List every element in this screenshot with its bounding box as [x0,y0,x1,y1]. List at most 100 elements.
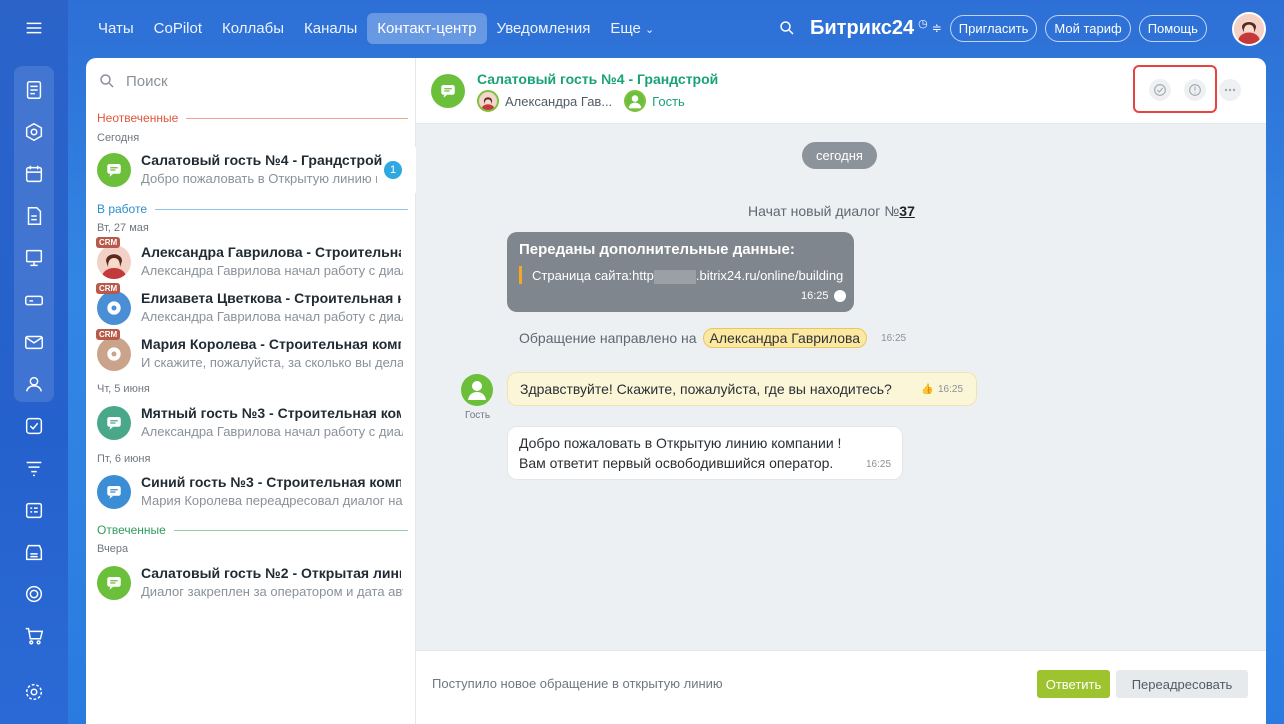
header-right: Битрикс24 ◷ ≑ Пригласить Мой тариф Помощь [778,12,1207,44]
lock-icon [834,290,846,302]
avatar [97,291,131,325]
tab-more[interactable]: Еще ⌄ [600,13,664,44]
funnel-icon[interactable] [18,452,50,484]
settings-icon[interactable] [18,676,50,708]
feed-icon[interactable] [18,74,50,106]
target-icon[interactable] [18,578,50,610]
tab-chats[interactable]: Чаты [88,13,144,44]
cart-icon[interactable] [18,620,50,652]
dialog-number-link[interactable]: 37 [899,203,915,219]
data-line-prefix: Страница сайта:http [532,268,654,283]
bot-line-1: Добро пожаловать в Открытую линию компан… [519,435,842,451]
invite-button[interactable]: Пригласить [949,14,1038,42]
more-icon[interactable] [1219,79,1241,101]
search-box[interactable]: Поиск [98,72,168,90]
new-dialog-notice: Начат новый диалог №37 [748,203,915,219]
bot-message: Добро пожаловать в Открытую линию компан… [507,426,903,480]
search-icon[interactable] [778,19,796,37]
crm-tag: CRM [96,283,121,294]
tab-collabs[interactable]: Коллабы [212,13,294,44]
contacts-icon[interactable] [18,368,50,400]
reply-button[interactable]: Ответить [1037,670,1110,698]
mail-icon[interactable] [18,326,50,358]
finish-dialog-icon[interactable] [1149,79,1171,101]
avatar [97,337,131,371]
store-icon[interactable] [18,536,50,568]
list-item-preview: Добро пожаловать в Открытую линию компан… [141,171,377,186]
list-item[interactable]: CRM Мария Королева - Строительная компан… [86,329,416,377]
list-item-title: Салатовый гость №4 - Грандстрой [141,152,383,168]
data-line: Страница сайта:http .bitrix24.ru/online/b… [532,268,843,284]
list-item[interactable]: Мятный гость №3 - Строительная компания … [86,400,416,446]
tariff-button[interactable]: Мой тариф [1045,14,1131,42]
routed-notice: Обращение направлено на Александра Гаври… [519,328,906,348]
operator-avatar[interactable] [477,90,499,112]
list-item[interactable]: CRM Елизавета Цветкова - Строительная ко… [86,283,416,331]
list-item-preview: Мария Королева переадресовал диалог на [141,493,403,508]
help-button[interactable]: Помощь [1138,14,1207,42]
day-label: Пт, 6 июня [97,453,151,465]
guest-caption: Гость [465,410,491,421]
section-unanswered-label: Неотвеченные [97,111,179,125]
chat-panel: Салатовый гость №4 - Грандстрой Александ… [416,58,1266,724]
list-item[interactable]: CRM Александра Гаврилова - Строительная … [86,237,416,285]
guest-avatar[interactable] [461,374,493,406]
like-icon[interactable]: 👍 [921,384,933,395]
chevron-down-icon: ⌄ [645,23,655,36]
day-label: Чт, 5 июня [97,383,150,395]
drive-icon[interactable] [18,284,50,316]
forward-button[interactable]: Переадресовать [1116,670,1248,698]
spam-icon[interactable] [1184,79,1206,101]
calendar-icon[interactable] [18,158,50,190]
user-avatar[interactable] [1232,12,1266,46]
search-icon [100,74,114,88]
data-message: Переданы дополнительные данные: Страница… [507,232,854,312]
brand-logo[interactable]: Битрикс24 ◷ ≑ [810,17,942,40]
tab-copilot[interactable]: CoPilot [144,13,212,44]
routed-name[interactable]: Александра Гаврилова [702,328,868,348]
list-item[interactable]: Салатовый гость №4 - Грандстрой Добро по… [86,147,416,193]
list-item-preview: Александра Гаврилова начал работу с диал… [141,424,403,439]
chat-header: Салатовый гость №4 - Грандстрой Александ… [416,58,1266,124]
bot-line-2: Вам ответит первый освободившийся операт… [519,455,834,471]
data-title: Переданы дополнительные данные: [519,241,795,258]
menu-icon[interactable] [18,12,50,44]
guest-message: Здравствуйте! Скажите, пожалуйста, где в… [507,372,977,406]
crm-tag: CRM [96,237,121,248]
section-unanswered: Неотвеченные [97,111,408,125]
left-sidebar [0,0,68,724]
quote-bar [519,266,522,284]
guest-avatar[interactable] [624,90,647,112]
section-answered: Отвеченные [97,523,408,537]
operator-name[interactable]: Александра Гав... [505,94,612,109]
tab-notifications[interactable]: Уведомления [487,13,601,44]
dialog-list: Поиск Неотвеченные Сегодня Салатовый гос… [86,58,416,724]
hexagon-icon[interactable] [18,116,50,148]
data-line-suffix: .bitrix24.ru/online/building [695,268,844,283]
avatar [97,245,131,279]
schedule-icon[interactable] [18,494,50,526]
chat-title[interactable]: Салатовый гость №4 - Грандстрой [477,71,718,87]
chat-avatar-icon [431,74,465,108]
date-separator: сегодня [802,142,877,169]
chat-avatar-icon [97,566,131,600]
list-item-title: Синий гость №3 - Строительная компания [141,474,401,490]
list-item-title: Мятный гость №3 - Строительная компания [141,405,401,421]
message-time: 16:25 [881,332,907,344]
document-icon[interactable] [18,200,50,232]
message-area: сегодня Начат новый диалог №37 Переданы … [416,124,1266,650]
presentation-icon[interactable] [18,242,50,274]
tab-contact-center[interactable]: Контакт-центр [367,12,487,44]
redacted-block [653,269,696,284]
divider [173,529,408,531]
list-item[interactable]: Салатовый гость №2 - Открытая линия Диал… [86,560,416,606]
tasks-icon[interactable] [18,410,50,442]
guest-label[interactable]: Гость [652,94,685,109]
tab-channels[interactable]: Каналы [294,13,367,44]
brand-settings-icon: ≑ [931,21,942,35]
list-item-preview: Александра Гаврилова начал работу с диал… [141,263,403,278]
composer-notice: Поступило новое обращение в открытую лин… [432,676,723,691]
search-placeholder: Поиск [126,72,168,90]
list-item-title: Салатовый гость №2 - Открытая линия [141,565,401,581]
list-item[interactable]: Синий гость №3 - Строительная компания М… [86,469,416,515]
